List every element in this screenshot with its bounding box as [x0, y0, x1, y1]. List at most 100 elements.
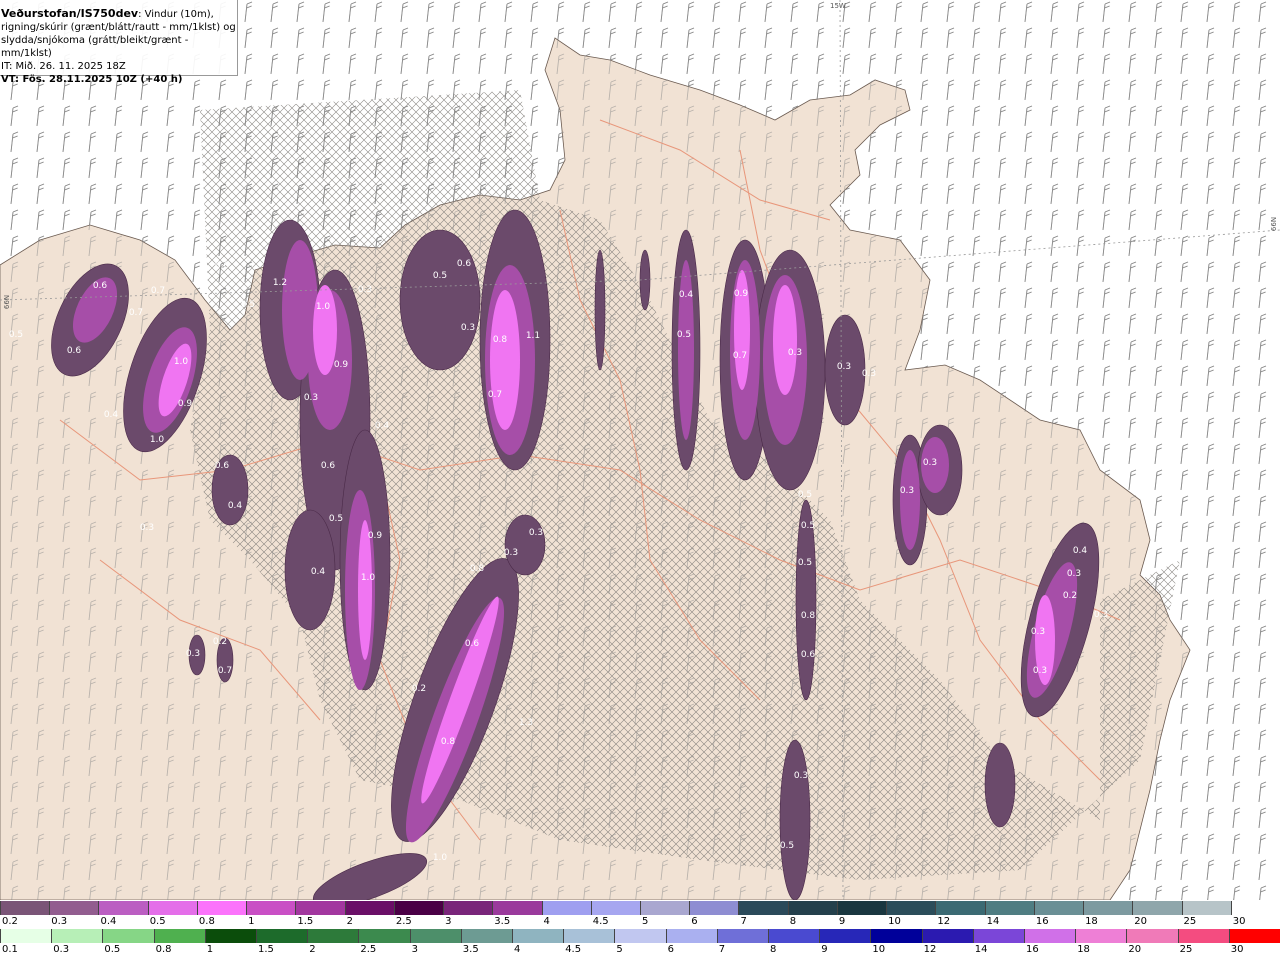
legend-swatch	[689, 901, 740, 915]
weather-map: 0.6 0.7 0.5 0.7 0.6 1.0 0.4 0.9 1.0 0.6 0.4 0.3 0.6 0…	[0, 0, 1280, 900]
legend-swatch	[738, 901, 789, 915]
contour-value-label: 1.0	[361, 573, 376, 583]
legend-label: 2	[309, 944, 316, 955]
contour-value-label: 0.3	[1031, 627, 1045, 637]
contour-value-label: 1.3	[519, 718, 533, 728]
legend-label: 10	[872, 944, 886, 955]
legend-label: 9	[821, 944, 828, 955]
contour-value-label: 0.5	[433, 271, 447, 281]
contour-value-label: 0.4	[104, 410, 119, 420]
contour-value-label: 0.3	[862, 369, 876, 379]
legend-label: 2.5	[395, 916, 412, 927]
legend-label: 4	[543, 916, 550, 927]
legend-label: 5	[642, 916, 649, 927]
legend-swatch	[1126, 929, 1179, 943]
legend-label: 0.3	[51, 916, 68, 927]
legend-swatch	[836, 901, 888, 915]
legend-label: 8	[789, 916, 797, 927]
legend-swatch	[147, 901, 198, 915]
contour-value-label: 0.5	[241, 300, 255, 310]
legend-swatch	[196, 901, 248, 915]
snow-description: slydda/snjókoma (grátt/bleikt/grænt - mm…	[1, 35, 189, 59]
contour-value-label: 1.2	[273, 278, 287, 288]
contour-value-label: 0.9	[368, 531, 383, 541]
map-info-panel: Veðurstofan/IS750dev: Vindur (10m), rign…	[0, 0, 238, 85]
legend-swatch	[98, 901, 149, 915]
legend-label: 0.8	[155, 944, 172, 955]
legend-label: 2	[346, 916, 353, 927]
legend-swatch	[541, 901, 592, 915]
legend-label: 18	[1085, 916, 1098, 927]
contour-value-label: 0.5	[780, 841, 794, 851]
contour-value-label: 0.7	[151, 286, 165, 296]
legend-swatch	[0, 901, 51, 915]
contour-value-label: 0.4	[1073, 546, 1088, 556]
legend-label: 0.5	[149, 916, 166, 927]
legend-label: 5	[616, 944, 623, 955]
legend-label: 3	[411, 944, 418, 955]
legend-swatch	[358, 929, 411, 943]
contour-value-label: 0.9	[178, 399, 193, 409]
contour-value-label: 0.6	[93, 281, 108, 291]
contour-value-label: 0.8	[470, 564, 485, 574]
contour-value-label: 0.4	[311, 567, 326, 577]
rain-description: rigning/skúrir (grænt/blátt/rautt - mm/1…	[1, 22, 236, 33]
contour-value-label: 0.4	[375, 421, 390, 431]
legend-label: 30	[1230, 944, 1244, 955]
legend-swatch	[1230, 901, 1280, 915]
legend-swatch	[935, 901, 986, 915]
legend-label: 12	[937, 916, 951, 927]
legend-swatch	[460, 929, 513, 943]
legend-label: 3	[445, 916, 452, 927]
legend-label: 0.8	[198, 916, 215, 927]
legend-swatch	[344, 901, 395, 915]
contour-value-label: 0.6	[215, 261, 230, 271]
contour-value-label: 0.6	[457, 259, 472, 269]
legend-swatch	[640, 901, 691, 915]
legend-label: 1.5	[258, 944, 274, 955]
legend-swatch	[921, 929, 974, 943]
grid-label-top: 15W	[830, 2, 846, 10]
legend-label: 9	[838, 916, 846, 927]
legend-label: 7	[718, 944, 726, 955]
legend-swatch	[51, 929, 104, 943]
legend-swatch	[716, 929, 769, 943]
legend-label: 25	[1183, 916, 1197, 927]
legend-swatch	[819, 929, 872, 943]
legend-label: 0.2	[2, 916, 18, 927]
legend-label: 4.5	[565, 944, 582, 955]
legend-label: 12	[923, 944, 937, 955]
contour-value-label: 0.6	[321, 461, 336, 471]
contour-value-label: 0.6	[801, 650, 816, 660]
legend-label: 20	[1134, 916, 1148, 927]
contour-value-label: 0.3	[1094, 610, 1108, 620]
model-name: Veðurstofan/IS750dev	[1, 7, 139, 20]
legend-rain-labels: 0.1 0.3 0.5 0.8 1 1.5 2 2.5 3 3.5 4 4.5 5 6 7 8 9 10 12 14 1…	[0, 943, 1280, 957]
legend-swatch	[512, 929, 565, 943]
legend-swatch	[768, 929, 821, 943]
contour-value-label: 0.3	[529, 528, 543, 538]
legend-swatch	[153, 929, 206, 943]
legend-swatch	[246, 901, 297, 915]
legend-label: 6	[667, 944, 674, 955]
legend-swatch	[563, 929, 616, 943]
contour-value-label: 0.3	[504, 548, 518, 558]
legend-label: 0.1	[2, 944, 18, 955]
legend-label: 3.5	[462, 944, 479, 955]
contour-value-label: 1.0	[316, 302, 331, 312]
legend-label: 16	[1026, 944, 1039, 955]
legend-swatch	[307, 929, 360, 943]
legend-label: 4.5	[592, 916, 609, 927]
contour-value-label: 0.5	[677, 330, 691, 340]
legend-label: 0.3	[53, 944, 70, 955]
contour-value-label: 0.7	[129, 308, 143, 318]
contour-value-label: 0.3	[358, 285, 372, 295]
grid-label-right: 66N	[1270, 216, 1279, 232]
contour-value-label: 0.9	[734, 289, 749, 299]
legend-swatch	[102, 929, 155, 943]
legend-swatch	[972, 929, 1025, 943]
legend-label: 0.5	[104, 944, 121, 955]
contour-value-label: 0.4	[228, 501, 243, 511]
contour-value-label: 0.2	[412, 684, 426, 694]
legend-swatch	[870, 929, 923, 943]
